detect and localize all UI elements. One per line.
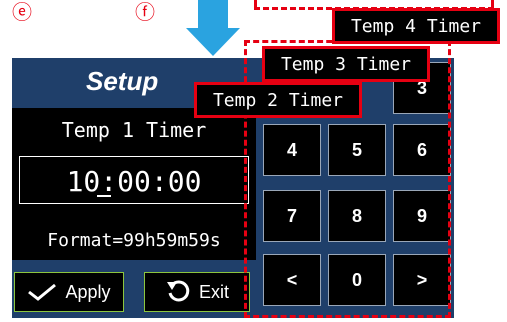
exit-label: Exit — [198, 281, 229, 302]
return-arrow-icon — [166, 280, 190, 302]
time-value: 10:00:00 — [66, 165, 202, 198]
tab-temp-4-timer[interactable]: Temp 4 Timer — [332, 8, 500, 44]
format-hint: Format=99h59m59s — [47, 230, 221, 251]
timer-label: Temp 1 Timer — [61, 118, 207, 142]
apply-label: Apply — [65, 281, 111, 302]
time-input[interactable]: 10:00:00 — [19, 156, 249, 204]
exit-button[interactable]: Exit — [144, 272, 250, 312]
tab-temp-3-timer[interactable]: Temp 3 Timer — [262, 46, 430, 82]
page-title: Setup — [86, 66, 159, 96]
tab-temp-2-timer[interactable]: Temp 2 Timer — [194, 82, 362, 118]
callout-f: ⓕ — [135, 0, 155, 24]
text-cursor — [97, 195, 111, 197]
action-bar: Apply Exit — [12, 260, 256, 318]
checkmark-icon — [28, 283, 57, 301]
apply-button[interactable]: Apply — [14, 272, 124, 312]
down-arrow-icon — [186, 0, 240, 56]
callout-e: ⓔ — [12, 0, 32, 24]
